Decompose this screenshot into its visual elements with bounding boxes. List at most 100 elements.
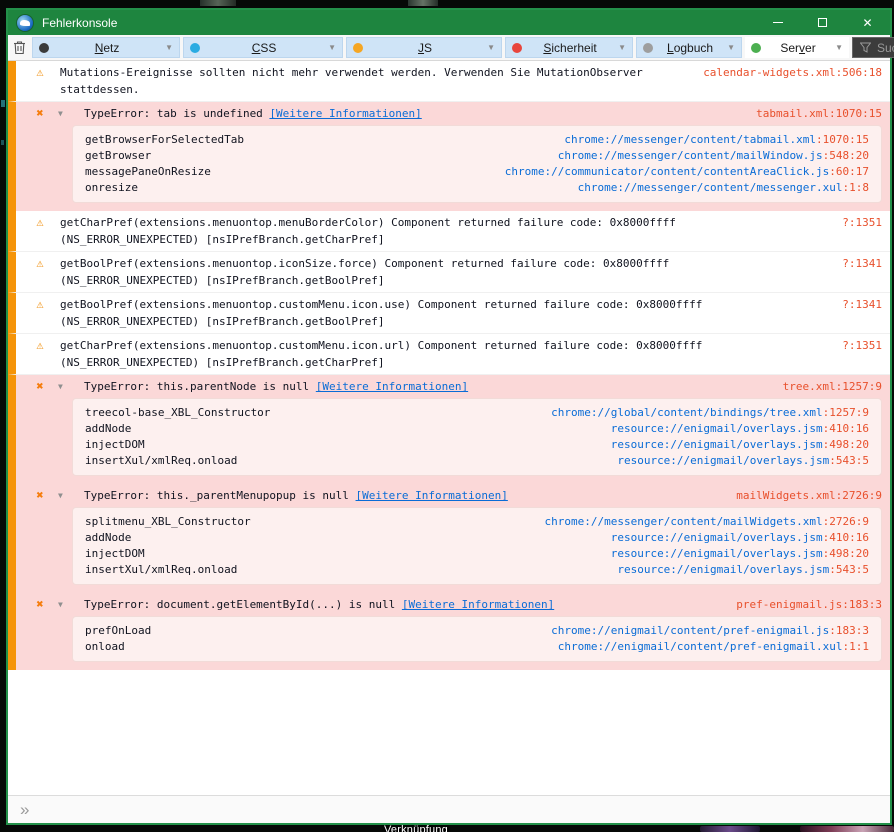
stack-source-link[interactable]: resource://enigmail/overlays.jsm:498:20 (591, 437, 869, 453)
category-dot-icon (512, 43, 522, 53)
stack-link-position: :1:1 (843, 640, 870, 653)
warning-message: Mutations-Ereignisse sollten nicht mehr … (60, 64, 643, 98)
stack-function-name: treecol-base_XBL_Constructor (85, 405, 270, 421)
search-input[interactable]: Suchen (852, 37, 894, 58)
console-error-entry: ✖▼TypeError: this.parentNode is null [We… (8, 375, 890, 484)
console-warning-row[interactable]: ⚠getBoolPref(extensions.menuontop.custom… (8, 293, 890, 334)
stack-link-url: resource://enigmail/overlays.jsm (617, 454, 829, 467)
console-warning-row[interactable]: ⚠getBoolPref(extensions.menuontop.iconSi… (8, 252, 890, 293)
stack-frame: addNoderesource://enigmail/overlays.jsm:… (85, 421, 869, 437)
console-warning-row[interactable]: ⚠getCharPref(extensions.menuontop.menuBo… (8, 211, 890, 252)
expander-triangle-icon[interactable]: ▼ (58, 487, 72, 504)
stack-link-position: :543:5 (829, 563, 869, 576)
stack-source-link[interactable]: chrome://enigmail/content/pref-enigmail.… (531, 623, 869, 639)
filter-button-sicherheit[interactable]: Sicherheit▼ (505, 37, 633, 58)
console-error-row[interactable]: ✖ ▼ TypeError: tab is undefined [Weitere I… (16, 102, 890, 122)
error-x-icon: ✖ (32, 105, 48, 122)
error-message: TypeError: tab is undefined [Weitere Inf… (84, 105, 422, 122)
filter-button-js[interactable]: JS▼ (346, 37, 502, 58)
learn-more-link[interactable]: [Weitere Informationen] (316, 380, 468, 393)
console-error-entry: ✖▼TypeError: this._parentMenupopup is nu… (8, 484, 890, 593)
stack-frame: injectDOMresource://enigmail/overlays.js… (85, 437, 869, 453)
stack-link-url: chrome://messenger/content/mailWidgets.x… (544, 515, 822, 528)
filter-label: Netz (49, 41, 165, 55)
stack-link-position: :410:16 (823, 422, 869, 435)
console-error-row[interactable]: ✖▼TypeError: this._parentMenupopup is nu… (16, 484, 890, 504)
stack-source-link[interactable]: resource://enigmail/overlays.jsm:543:5 (597, 562, 869, 578)
chevron-down-icon: ▼ (618, 43, 626, 52)
stack-frame: onload chrome://enigmail/content/pref-eni… (85, 639, 869, 655)
stack-source-link[interactable]: resource://enigmail/overlays.jsm:410:16 (591, 421, 869, 437)
stack-link-url: chrome://messenger/content/tabmail.xml (564, 133, 816, 146)
source-location-link[interactable]: tree.xml:1257:9 (769, 378, 882, 395)
stack-source-link[interactable]: resource://enigmail/overlays.jsm:498:20 (591, 546, 869, 562)
title-bar[interactable]: Fehlerkonsole ✕ (8, 10, 890, 35)
stack-source-link[interactable]: resource://enigmail/overlays.jsm:543:5 (597, 453, 869, 469)
expander-triangle-icon[interactable]: ▼ (58, 105, 72, 122)
stack-source-link[interactable]: chrome://messenger/content/messenger.xul… (558, 180, 869, 196)
source-location-link[interactable]: tabmail.xml:1070:15 (742, 105, 882, 122)
stack-frame: splitmenu_XBL_Constructor chrome://messen… (85, 514, 869, 530)
filter-button-netz[interactable]: Netz▼ (32, 37, 180, 58)
stack-frame: getBrowserchrome://messenger/content/mai… (85, 148, 869, 164)
source-location-link[interactable]: calendar-widgets.xml:506:18 (689, 64, 882, 81)
stack-source-link[interactable]: chrome://messenger/content/mailWindow.js… (538, 148, 869, 164)
expander-triangle-icon[interactable]: ▼ (58, 378, 72, 395)
filter-button-group: Netz▼CSS▼JS▼Sicherheit▼Logbuch▼Server▼ (32, 37, 852, 58)
minimize-button[interactable] (755, 10, 800, 35)
source-location-link[interactable]: mailWidgets.xml:2726:9 (722, 487, 882, 504)
stack-frame: prefOnLoadchrome://enigmail/content/pref… (85, 623, 869, 639)
console-warning-row[interactable]: ⚠Mutations-Ereignisse sollten nicht mehr… (8, 61, 890, 102)
console-warning-row[interactable]: ⚠getCharPref(extensions.menuontop.custom… (8, 334, 890, 375)
stack-link-url: resource://enigmail/overlays.jsm (611, 547, 823, 560)
stack-link-url: chrome://messenger/content/messenger.xul (578, 181, 843, 194)
stack-source-link[interactable]: chrome://enigmail/content/pref-enigmail.… (538, 639, 869, 655)
clear-console-button[interactable] (13, 37, 26, 59)
error-message: TypeError: document.getElementById(...) … (84, 596, 554, 613)
stack-function-name: splitmenu_XBL_Constructor (85, 514, 251, 530)
filter-button-logbuch[interactable]: Logbuch▼ (636, 37, 742, 58)
stack-link-position: :183:3 (829, 624, 869, 637)
error-x-icon: ✖ (32, 596, 48, 613)
desktop-wallpaper-fragment (408, 0, 438, 6)
expander-triangle-icon[interactable]: ▼ (58, 596, 72, 613)
console-error-entry: ✖ ▼ TypeError: document.getElementById(...… (8, 593, 890, 670)
filter-label: CSS (200, 41, 328, 55)
console-message-list: ⚠ Mutations-Ereignisse sollten nicht mehr… (8, 61, 890, 795)
maximize-button[interactable] (800, 10, 845, 35)
source-location-link[interactable]: ?:1341 (828, 296, 882, 313)
source-location-link[interactable]: ?:1341 (828, 255, 882, 272)
expand-chevrons-icon[interactable]: » (20, 801, 29, 818)
filter-button-server[interactable]: Server▼ (745, 37, 849, 58)
filter-button-css[interactable]: CSS▼ (183, 37, 343, 58)
close-button[interactable]: ✕ (845, 10, 890, 35)
learn-more-link[interactable]: [Weitere Informationen] (269, 107, 421, 120)
filter-label: Logbuch (653, 41, 727, 55)
stack-link-position: :410:16 (823, 531, 869, 544)
stack-frame: onresizechrome://messenger/content/messe… (85, 180, 869, 196)
warning-message: getCharPref(extensions.menuontop.menuBor… (60, 214, 676, 248)
stack-source-link[interactable]: chrome://messenger/content/mailWidgets.x… (524, 514, 869, 530)
source-location-link[interactable]: ?:1351 (828, 337, 882, 354)
stack-function-name: onload (85, 639, 125, 655)
learn-more-link[interactable]: [Weitere Informationen] (402, 598, 554, 611)
stack-source-link[interactable]: chrome://global/content/bindings/tree.xm… (531, 405, 869, 421)
console-error-row[interactable]: ✖▼TypeError: this.parentNode is null [We… (16, 375, 890, 395)
desktop-wallpaper-fragment (700, 826, 760, 832)
source-location-link[interactable]: pref-enigmail.js:183:3 (722, 596, 882, 613)
search-placeholder: Suchen (877, 41, 894, 55)
stack-source-link[interactable]: chrome://messenger/content/tabmail.xml:1… (544, 132, 869, 148)
category-dot-icon (39, 43, 49, 53)
learn-more-link[interactable]: [Weitere Informationen] (356, 489, 508, 502)
stack-link-url: chrome://global/content/bindings/tree.xm… (551, 406, 823, 419)
stack-trace-box: splitmenu_XBL_Constructor chrome://messen… (72, 507, 882, 585)
desktop-wallpaper-fragment (1, 140, 4, 145)
source-location-link[interactable]: ?:1351 (828, 214, 882, 231)
stack-frame: messagePaneOnResizechrome://communicator… (85, 164, 869, 180)
console-error-row[interactable]: ✖ ▼ TypeError: document.getElementById(...… (16, 593, 890, 613)
stack-link-position: :548:20 (823, 149, 869, 162)
stack-source-link[interactable]: chrome://communicator/content/contentAre… (485, 164, 869, 180)
warning-triangle-icon: ⚠ (32, 296, 48, 313)
stack-source-link[interactable]: resource://enigmail/overlays.jsm:410:16 (591, 530, 869, 546)
stack-link-url: resource://enigmail/overlays.jsm (611, 422, 823, 435)
